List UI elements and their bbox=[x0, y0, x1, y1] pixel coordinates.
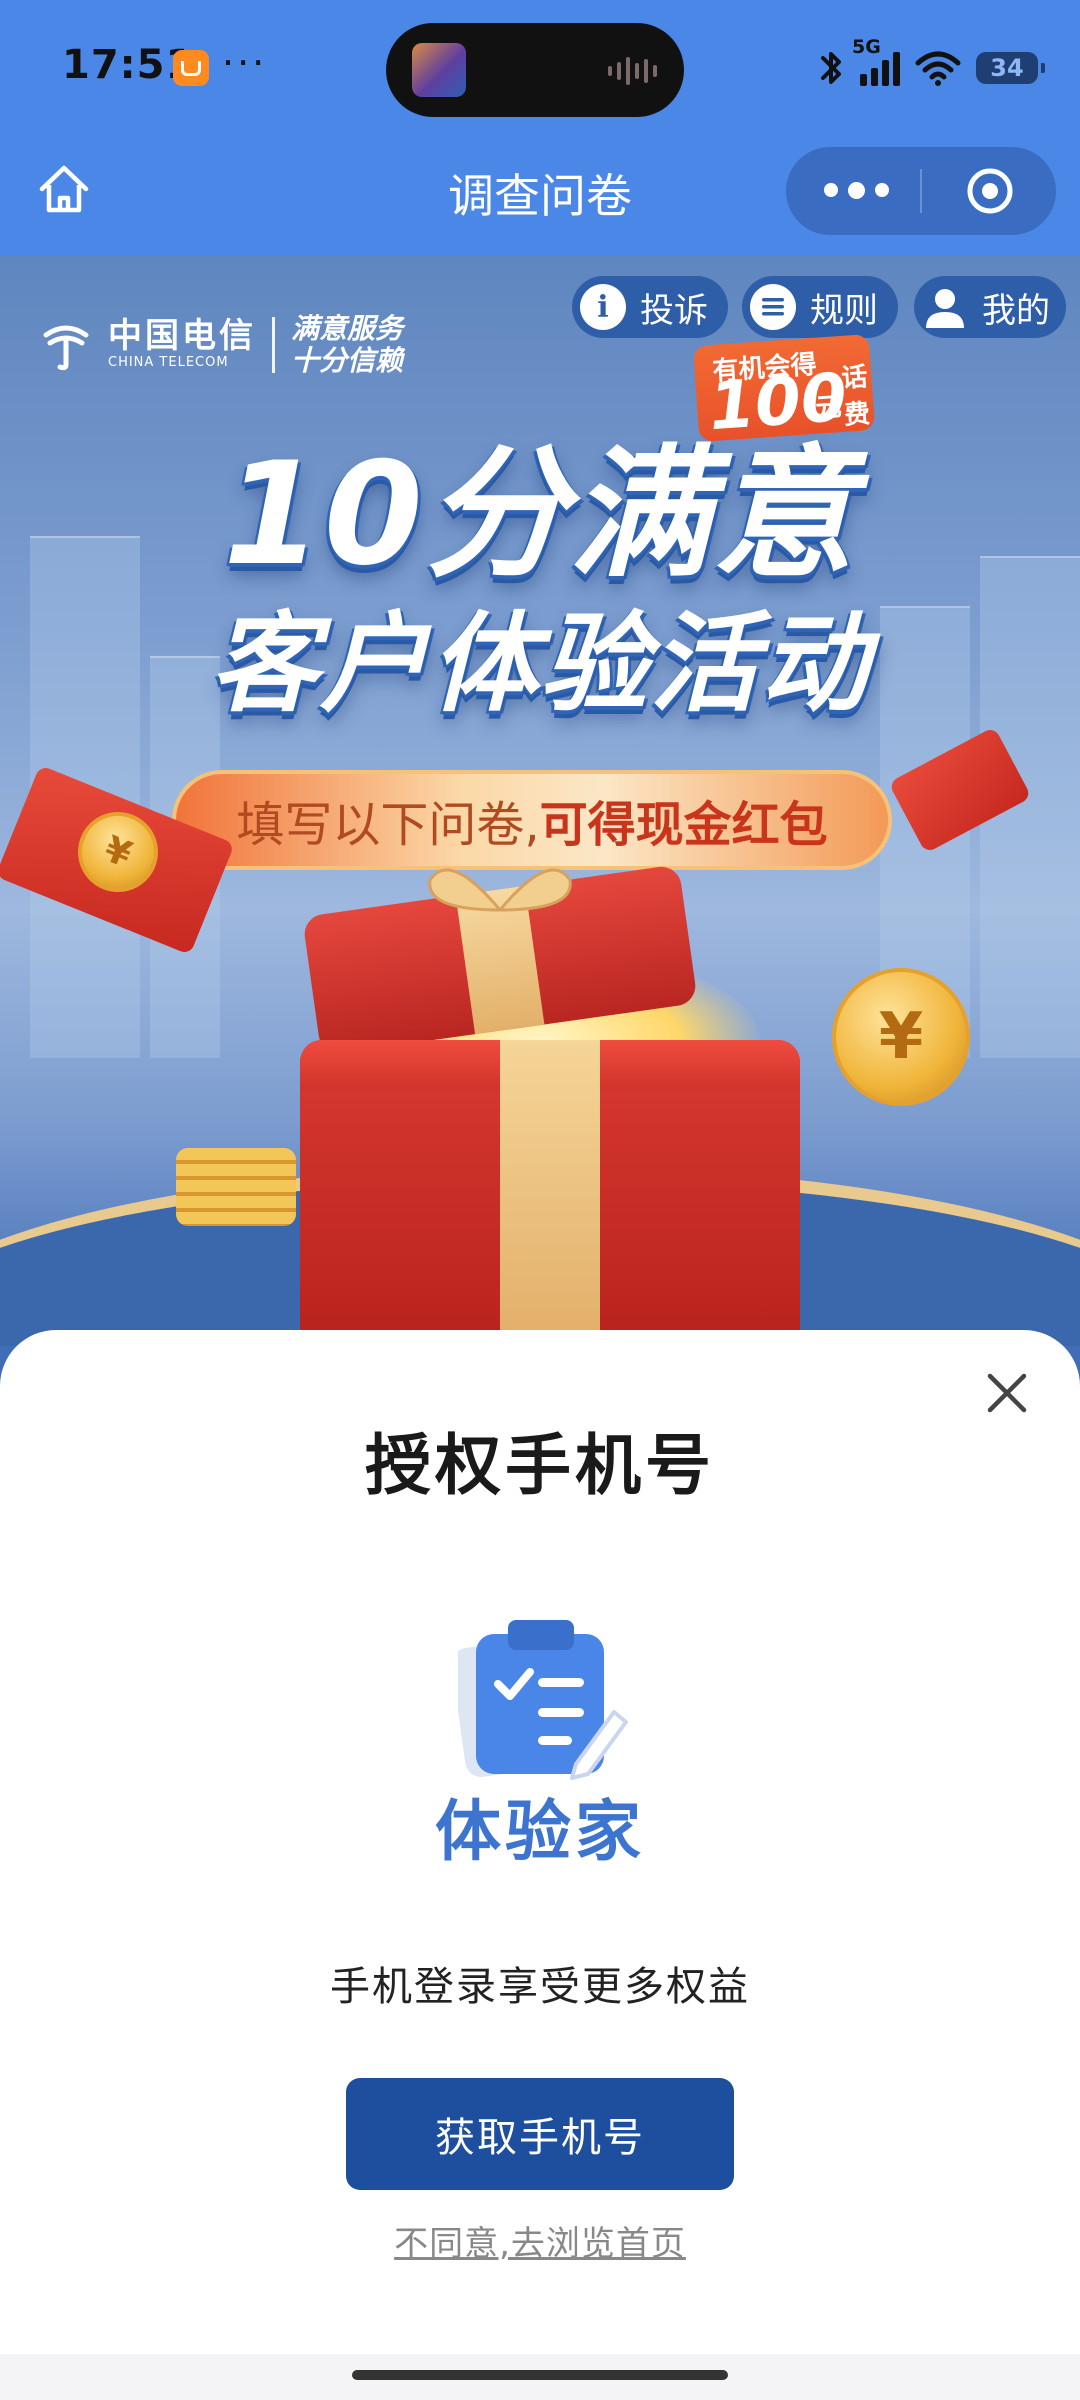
product-brand-name: 体验家 bbox=[435, 1793, 645, 1870]
headline-primary: 10分满意 bbox=[223, 432, 857, 597]
battery-icon: 34 bbox=[976, 52, 1045, 84]
prize-badge-unit: 元 bbox=[814, 392, 843, 424]
now-playing-thumbnail bbox=[412, 43, 466, 97]
dynamic-island[interactable] bbox=[386, 23, 684, 117]
slogan: 满意服务 十分信赖 bbox=[291, 313, 403, 377]
home-indicator[interactable] bbox=[352, 2370, 728, 2380]
status-more-icon: ··· bbox=[222, 41, 268, 85]
gift-bow-icon bbox=[420, 840, 580, 930]
sheet-title: 授权手机号 bbox=[365, 1427, 715, 1504]
complain-label: 投诉 bbox=[640, 290, 708, 331]
bluetooth-icon bbox=[818, 47, 846, 89]
status-indicators: 5G 34 bbox=[818, 36, 1045, 96]
user-icon bbox=[922, 284, 968, 330]
slogan-line-2: 十分信赖 bbox=[291, 344, 404, 377]
clipboard-checklist-icon bbox=[451, 1612, 628, 1782]
sheet-description: 手机登录享受更多权益 bbox=[330, 1964, 750, 2010]
top-bar: 17:51 ··· 5G 34 调查问卷 bbox=[0, 0, 1080, 256]
wifi-icon bbox=[914, 49, 962, 87]
rules-button[interactable]: 规则 bbox=[742, 276, 898, 338]
prize-badge-side: 话费 bbox=[840, 362, 872, 431]
rules-label: 规则 bbox=[810, 290, 878, 331]
headline-secondary: 客户体验活动 bbox=[209, 602, 870, 727]
network-type: 5G bbox=[852, 36, 881, 58]
more-options-icon[interactable] bbox=[824, 182, 889, 199]
cellular-signal-icon: 5G bbox=[852, 36, 900, 86]
decline-browse-home-link[interactable]: 不同意,去浏览首页 bbox=[0, 2216, 1080, 2265]
prize-badge: 有机会得 100 元 话费 bbox=[692, 333, 876, 445]
subheadline-highlight: 可得现金红包 bbox=[539, 797, 828, 853]
gift-box bbox=[300, 1040, 800, 1350]
brand-name-cn: 中国电信 bbox=[108, 316, 256, 356]
slogan-line-1: 满意服务 bbox=[291, 312, 404, 345]
brand-logo: 中国电信 CHINA TELECOM 满意服务 十分信赖 bbox=[40, 310, 403, 380]
list-icon bbox=[750, 284, 796, 330]
complain-button[interactable]: i 投诉 bbox=[572, 276, 728, 338]
get-phone-number-button[interactable]: 获取手机号 bbox=[346, 2078, 734, 2190]
audio-wave-icon bbox=[608, 57, 657, 85]
capsule-divider bbox=[920, 169, 922, 213]
brand-name-en: CHINA TELECOM bbox=[108, 355, 229, 370]
miniprogram-capsule bbox=[786, 147, 1056, 235]
gold-coin-icon: ¥ bbox=[832, 968, 970, 1106]
info-icon: i bbox=[580, 284, 626, 330]
shopping-app-icon bbox=[173, 50, 209, 86]
china-telecom-logo-icon bbox=[40, 319, 92, 371]
mine-button[interactable]: 我的 bbox=[914, 276, 1066, 338]
coin-stack bbox=[176, 1148, 296, 1226]
logo-divider bbox=[272, 317, 275, 373]
close-miniprogram-icon[interactable] bbox=[966, 167, 1014, 215]
mine-label: 我的 bbox=[982, 290, 1050, 331]
